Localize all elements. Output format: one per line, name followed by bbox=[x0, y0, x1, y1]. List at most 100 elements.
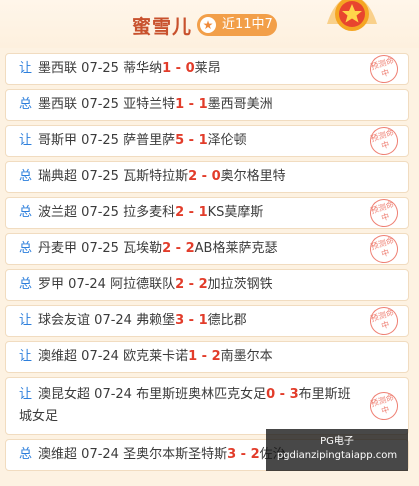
home-team: 圣奥尔本斯圣特斯 bbox=[123, 447, 228, 462]
away-team: 奥尔格里特 bbox=[220, 169, 286, 184]
league-name: 波兰超 bbox=[38, 205, 78, 220]
match-row[interactable]: 总瑞典超 07-25 瓦斯特拉斯2 - 0奥尔格里特 bbox=[5, 161, 409, 193]
watermark-line2: pgdianzipingtaiapp.com bbox=[276, 450, 398, 461]
away-score: 1 bbox=[198, 133, 208, 148]
star-icon: ★ bbox=[200, 17, 216, 33]
match-date: 07-24 bbox=[94, 313, 132, 328]
medal-icon bbox=[327, 0, 377, 31]
home-score: 2 bbox=[175, 277, 185, 292]
home-score: 2 bbox=[188, 169, 198, 184]
bet-type-label: 让 bbox=[19, 133, 33, 148]
bet-type-label: 总 bbox=[19, 277, 33, 292]
match-row[interactable]: 让哥斯甲 07-25 萨普里萨5 - 1泽伦顿 预测命中 bbox=[5, 123, 409, 159]
match-list: 让墨西联 07-25 蒂华纳1 - 0莱昂 预测命中总墨西联 07-25 亚特兰特… bbox=[5, 51, 409, 475]
match-date: 07-25 bbox=[81, 205, 119, 220]
home-team: 萨普里萨 bbox=[123, 133, 176, 148]
match-row[interactable]: 让澳昆女超 07-24 布里斯班奥林匹克女足0 - 3布里斯班城女足 预测命中 bbox=[5, 377, 409, 435]
home-score: 5 bbox=[175, 133, 185, 148]
win-record-text: 近11中7 bbox=[222, 17, 273, 32]
match-date: 07-25 bbox=[81, 97, 119, 112]
bet-type-label: 让 bbox=[19, 61, 33, 76]
score-separator: - bbox=[171, 241, 186, 256]
home-score: 1 bbox=[188, 349, 198, 364]
bet-type-label: 让 bbox=[19, 349, 33, 364]
score-separator: - bbox=[184, 133, 199, 148]
home-team: 弗赖堡 bbox=[136, 313, 176, 328]
match-text: 总瑞典超 07-25 瓦斯特拉斯2 - 0奥尔格里特 bbox=[19, 166, 326, 188]
away-score: 2 bbox=[211, 349, 221, 364]
match-date: 07-25 bbox=[81, 61, 119, 76]
hit-stamp: 预测命中 bbox=[366, 303, 402, 339]
home-team: 欧克莱卡诺 bbox=[123, 349, 189, 364]
away-team: AB格莱萨克瑟 bbox=[194, 241, 278, 256]
home-score: 3 bbox=[175, 313, 185, 328]
match-text: 让哥斯甲 07-25 萨普里萨5 - 1泽伦顿 bbox=[19, 130, 287, 152]
match-row[interactable]: 让澳维超 07-24 欧克莱卡诺1 - 2南墨尔本 bbox=[5, 341, 409, 373]
home-score: 1 bbox=[162, 61, 172, 76]
match-text: 总罗甲 07-24 阿拉德联队2 - 2加拉茨钢铁 bbox=[19, 274, 313, 296]
away-team: 德比郡 bbox=[207, 313, 247, 328]
home-team: 蒂华纳 bbox=[123, 61, 163, 76]
match-date: 07-24 bbox=[68, 277, 106, 292]
win-record-badge: ★ 近11中7 bbox=[197, 14, 277, 36]
score-separator: - bbox=[197, 349, 212, 364]
away-score: 2 bbox=[198, 277, 208, 292]
score-separator: - bbox=[236, 447, 251, 462]
league-name: 哥斯甲 bbox=[38, 133, 78, 148]
home-score: 0 bbox=[266, 387, 276, 402]
bet-type-label: 总 bbox=[19, 169, 33, 184]
match-row[interactable]: 让球会友谊 07-24 弗赖堡3 - 1德比郡 预测命中 bbox=[5, 303, 409, 339]
hit-stamp: 预测命中 bbox=[366, 231, 402, 267]
away-score: 2 bbox=[250, 447, 260, 462]
away-team: 泽伦顿 bbox=[207, 133, 247, 148]
match-text: 让球会友谊 07-24 弗赖堡3 - 1德比郡 bbox=[19, 310, 287, 332]
home-score: 1 bbox=[175, 97, 185, 112]
bet-type-label: 总 bbox=[19, 447, 33, 462]
match-row[interactable]: 总丹麦甲 07-25 瓦埃勒2 - 2AB格莱萨克瑟 预测命中 bbox=[5, 231, 409, 267]
hit-stamp: 预测命中 bbox=[366, 51, 402, 87]
match-row[interactable]: 总墨西联 07-25 亚特兰特1 - 1墨西哥美洲 bbox=[5, 89, 409, 121]
bet-type-label: 总 bbox=[19, 241, 33, 256]
match-row[interactable]: 让墨西联 07-25 蒂华纳1 - 0莱昂 预测命中 bbox=[5, 51, 409, 87]
home-score: 2 bbox=[162, 241, 172, 256]
away-team: KS莫摩斯 bbox=[207, 205, 264, 220]
home-team: 瓦埃勒 bbox=[123, 241, 163, 256]
home-score: 3 bbox=[227, 447, 237, 462]
league-name: 澳维超 bbox=[38, 447, 78, 462]
page-header: 蜜雪儿 ★ 近11中7 bbox=[0, 0, 419, 48]
away-score: 1 bbox=[198, 97, 208, 112]
away-score: 2 bbox=[185, 241, 195, 256]
score-separator: - bbox=[184, 313, 199, 328]
score-separator: - bbox=[275, 387, 290, 402]
league-name: 澳维超 bbox=[38, 349, 78, 364]
score-separator: - bbox=[184, 277, 199, 292]
away-score: 0 bbox=[185, 61, 195, 76]
away-team: 加拉茨钢铁 bbox=[207, 277, 273, 292]
match-date: 07-24 bbox=[81, 349, 119, 364]
score-separator: - bbox=[197, 169, 212, 184]
score-separator: - bbox=[171, 61, 186, 76]
match-row[interactable]: 总波兰超 07-25 拉多麦科2 - 1KS莫摩斯 预测命中 bbox=[5, 195, 409, 231]
away-team: 莱昂 bbox=[194, 61, 221, 76]
match-row[interactable]: 总罗甲 07-24 阿拉德联队2 - 2加拉茨钢铁 bbox=[5, 269, 409, 301]
home-score: 2 bbox=[175, 205, 185, 220]
league-name: 瑞典超 bbox=[38, 169, 78, 184]
away-score: 1 bbox=[198, 313, 208, 328]
away-team: 墨西哥美洲 bbox=[207, 97, 273, 112]
match-text: 总波兰超 07-25 拉多麦科2 - 1KS莫摩斯 bbox=[19, 202, 303, 224]
away-score: 0 bbox=[211, 169, 221, 184]
hit-stamp: 预测命中 bbox=[366, 195, 402, 231]
score-separator: - bbox=[184, 97, 199, 112]
league-name: 澳昆女超 bbox=[38, 387, 91, 402]
match-date: 07-25 bbox=[81, 241, 119, 256]
match-date: 07-24 bbox=[94, 387, 132, 402]
league-name: 丹麦甲 bbox=[38, 241, 78, 256]
match-date: 07-24 bbox=[81, 447, 119, 462]
bet-type-label: 总 bbox=[19, 205, 33, 220]
away-team: 南墨尔本 bbox=[220, 349, 273, 364]
home-team: 布里斯班奥林匹克女足 bbox=[136, 387, 267, 402]
bet-type-label: 让 bbox=[19, 313, 33, 328]
bet-type-label: 总 bbox=[19, 97, 33, 112]
away-score: 3 bbox=[289, 387, 299, 402]
match-date: 07-25 bbox=[81, 169, 119, 184]
